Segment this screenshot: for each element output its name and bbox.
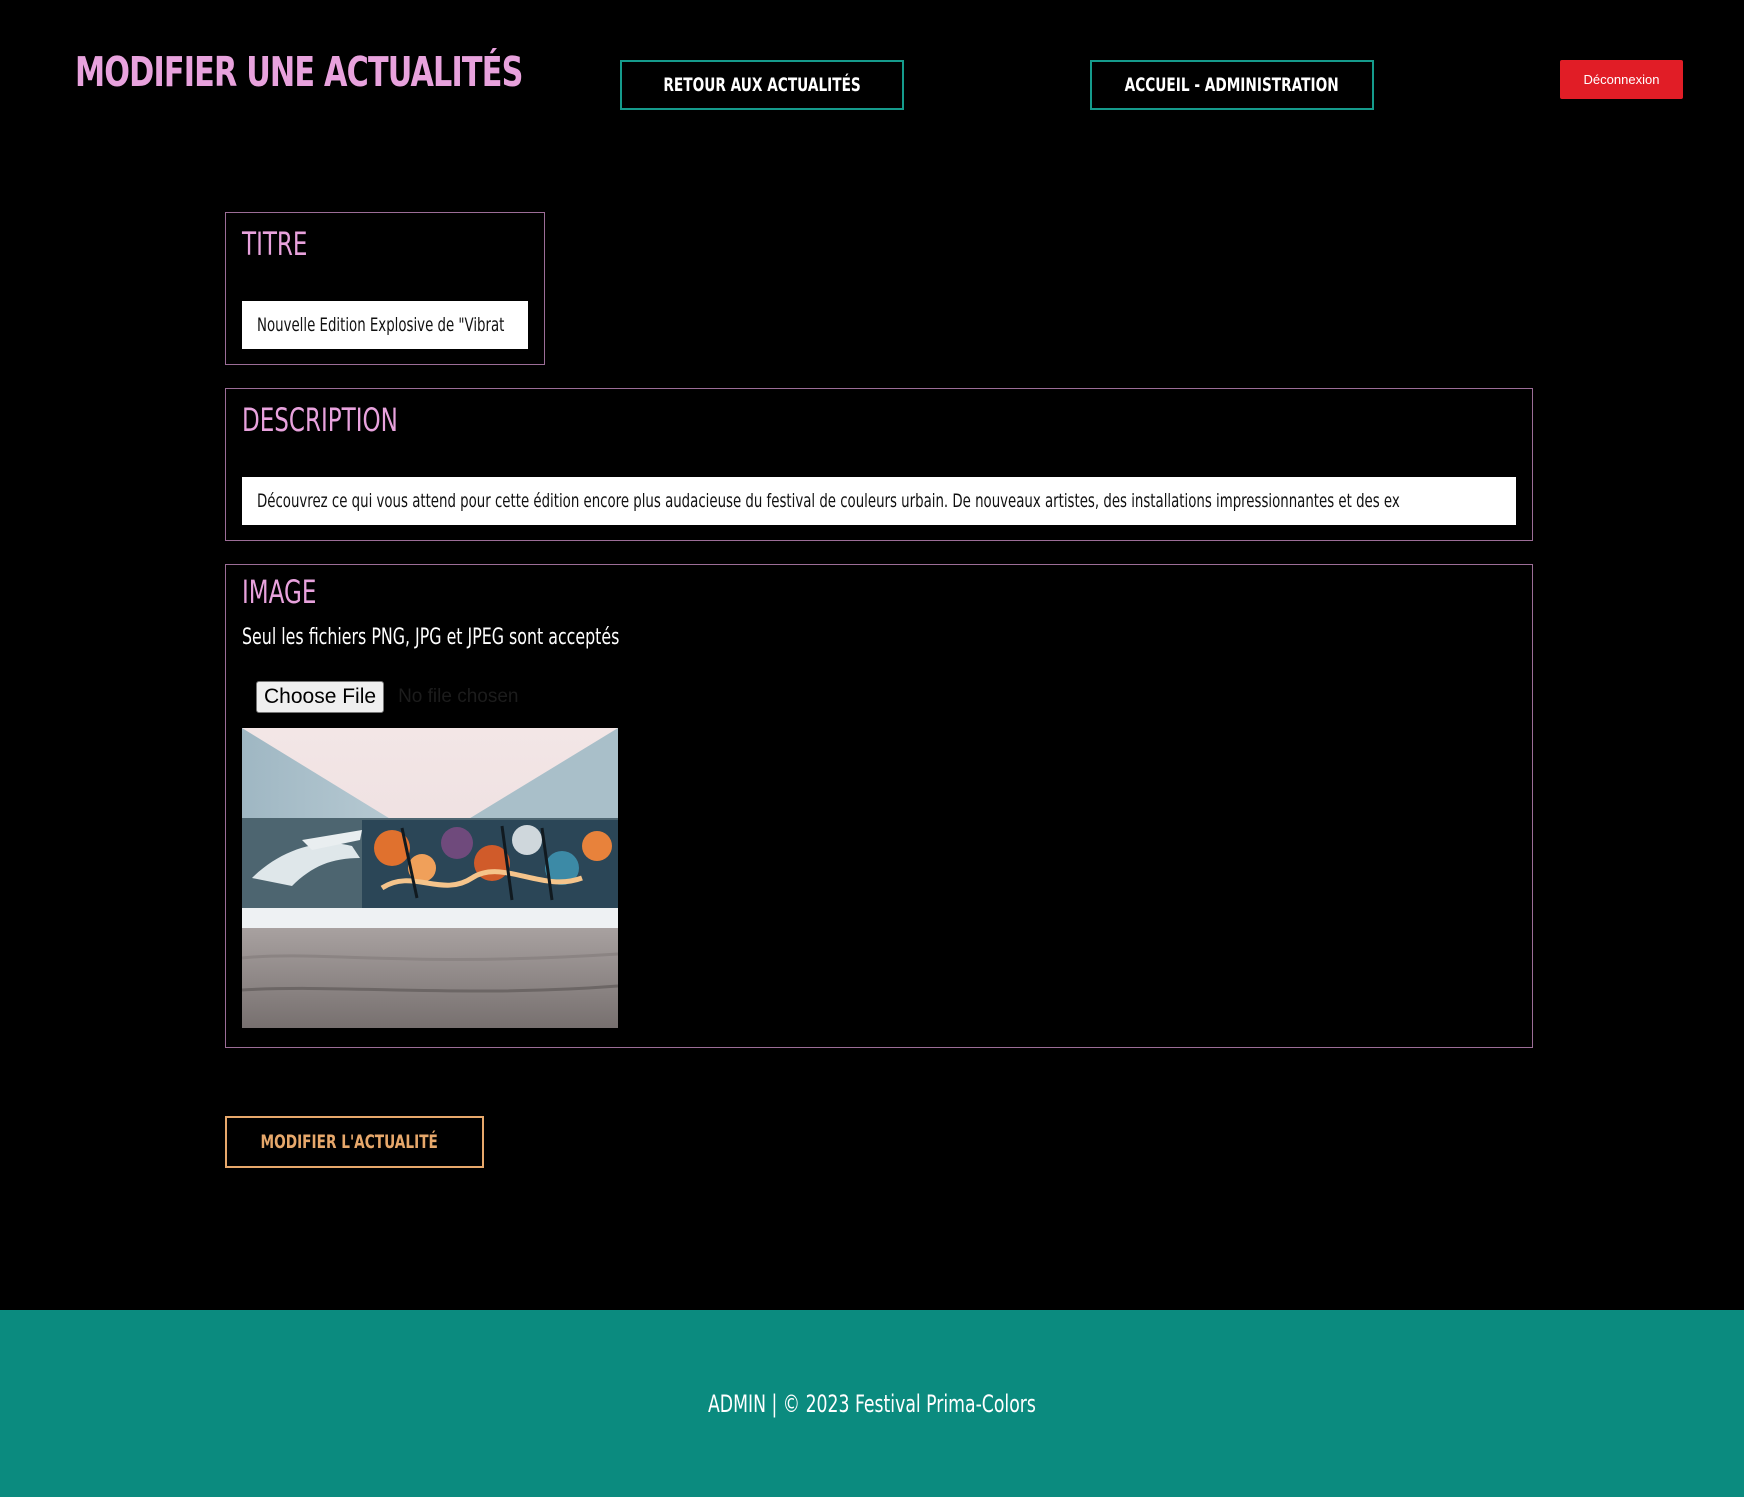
back-to-news-button[interactable]: RETOUR AUX ACTUALITÉS (620, 60, 904, 110)
footer: ADMIN | © 2023 Festival Prima-Colors (0, 1310, 1744, 1497)
image-field-label: IMAGE (242, 573, 317, 611)
admin-home-button[interactable]: ACCUEIL - ADMINISTRATION (1090, 60, 1374, 110)
graffiti-wall-image (242, 728, 618, 1028)
description-field-group: DESCRIPTION Découvrez ce qui vous attend… (225, 388, 1533, 541)
page-title: MODIFIER UNE ACTUALITÉS (75, 48, 523, 96)
title-input[interactable]: Nouvelle Edition Explosive de "Vibrat (242, 301, 528, 349)
footer-text: ADMIN | © 2023 Festival Prima-Colors (708, 1389, 1036, 1418)
file-status-text: No file chosen (398, 686, 519, 707)
description-field-label: DESCRIPTION (242, 401, 398, 439)
description-input-value: Découvrez ce qui vous attend pour cette … (257, 490, 1400, 512)
image-preview (242, 728, 618, 1028)
admin-home-label: ACCUEIL - ADMINISTRATION (1124, 74, 1340, 96)
update-news-label: MODIFIER L'ACTUALITÉ (260, 1131, 439, 1153)
image-field-group: IMAGE Seul les fichiers PNG, JPG et JPEG… (225, 564, 1533, 1048)
title-field-label: TITRE (242, 225, 308, 263)
description-input[interactable]: Découvrez ce qui vous attend pour cette … (242, 477, 1516, 525)
image-help-text: Seul les fichiers PNG, JPG et JPEG sont … (242, 625, 620, 650)
update-news-button[interactable]: MODIFIER L'ACTUALITÉ (225, 1116, 484, 1168)
logout-button[interactable]: Déconnexion (1560, 60, 1683, 99)
choose-file-button[interactable]: Choose File (256, 681, 385, 713)
title-field-group: TITRE Nouvelle Edition Explosive de "Vib… (225, 212, 545, 365)
file-picker: Choose File No file chosen (256, 681, 518, 713)
back-to-news-label: RETOUR AUX ACTUALITÉS (663, 74, 861, 96)
title-input-value: Nouvelle Edition Explosive de "Vibrat (257, 314, 505, 336)
